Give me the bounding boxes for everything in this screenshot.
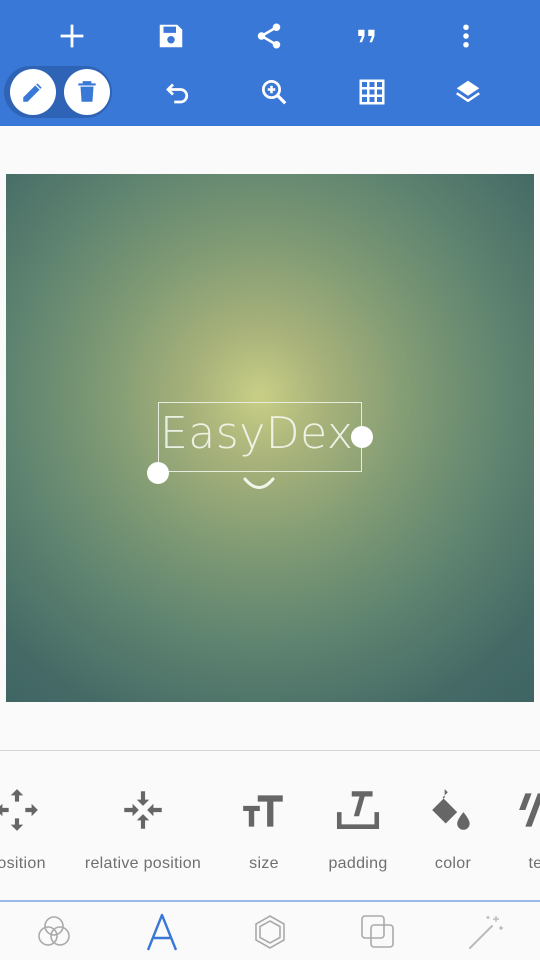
- bottom-navigation: [0, 902, 540, 960]
- option-position[interactable]: position: [0, 785, 72, 895]
- layers-icon: [456, 80, 480, 103]
- undo-icon: [166, 83, 189, 104]
- nav-layers[interactable]: [356, 910, 400, 954]
- padding-icon: [336, 791, 380, 829]
- top-toolbar: [0, 0, 540, 126]
- option-label: relative position: [84, 855, 202, 872]
- nav-blend[interactable]: [32, 910, 76, 954]
- layers-button[interactable]: [444, 68, 492, 116]
- option-color[interactable]: color: [413, 785, 493, 895]
- pencil-icon: [23, 83, 42, 102]
- text-a-icon: [146, 913, 178, 951]
- hexagon-icon: [255, 915, 285, 949]
- delete-button[interactable]: [64, 69, 110, 115]
- add-icon: [60, 24, 84, 48]
- more-options-button[interactable]: [442, 12, 490, 60]
- save-button[interactable]: [147, 12, 195, 60]
- zoom-in-icon: [262, 80, 287, 105]
- nav-effects[interactable]: [464, 910, 508, 954]
- text-selection-box[interactable]: [158, 402, 362, 472]
- magic-wand-icon: [469, 916, 503, 949]
- curve-handle-icon[interactable]: [242, 474, 276, 494]
- save-icon: [159, 24, 183, 48]
- grid-icon: [359, 79, 385, 105]
- quote-icon: [358, 29, 375, 43]
- undo-button[interactable]: [154, 68, 202, 116]
- text-style-icon: [519, 793, 540, 827]
- move-arrows-icon: [0, 789, 38, 831]
- text-options-bar: position relative position size padding …: [0, 751, 540, 899]
- share-button[interactable]: [245, 12, 293, 60]
- zoom-in-button[interactable]: [250, 68, 298, 116]
- quote-button[interactable]: [343, 12, 391, 60]
- resize-handle[interactable]: [351, 426, 373, 448]
- option-label: color: [434, 855, 472, 872]
- option-size[interactable]: size: [224, 785, 304, 895]
- more-vert-icon: [463, 24, 469, 48]
- rotate-handle[interactable]: [147, 462, 169, 484]
- option-text[interactable]: text: [502, 785, 540, 895]
- share-icon: [257, 23, 281, 49]
- option-padding[interactable]: padding: [318, 785, 398, 895]
- nav-text[interactable]: [140, 910, 184, 954]
- text-size-icon: [243, 795, 283, 827]
- grid-button[interactable]: [348, 68, 396, 116]
- option-relative-position[interactable]: relative position: [78, 785, 208, 895]
- option-label: padding: [328, 855, 388, 872]
- blend-circles-icon: [38, 916, 70, 946]
- overlap-squares-icon: [361, 915, 394, 948]
- option-label: position: [0, 855, 46, 872]
- option-label: size: [249, 855, 279, 872]
- add-button[interactable]: [48, 12, 96, 60]
- design-canvas[interactable]: EasyDex: [6, 174, 534, 702]
- trash-icon: [78, 81, 96, 102]
- nav-shapes[interactable]: [248, 910, 292, 954]
- edit-button[interactable]: [10, 69, 56, 115]
- paint-bucket-icon: [432, 789, 470, 830]
- compress-arrows-icon: [124, 791, 162, 829]
- option-label: text: [528, 855, 540, 872]
